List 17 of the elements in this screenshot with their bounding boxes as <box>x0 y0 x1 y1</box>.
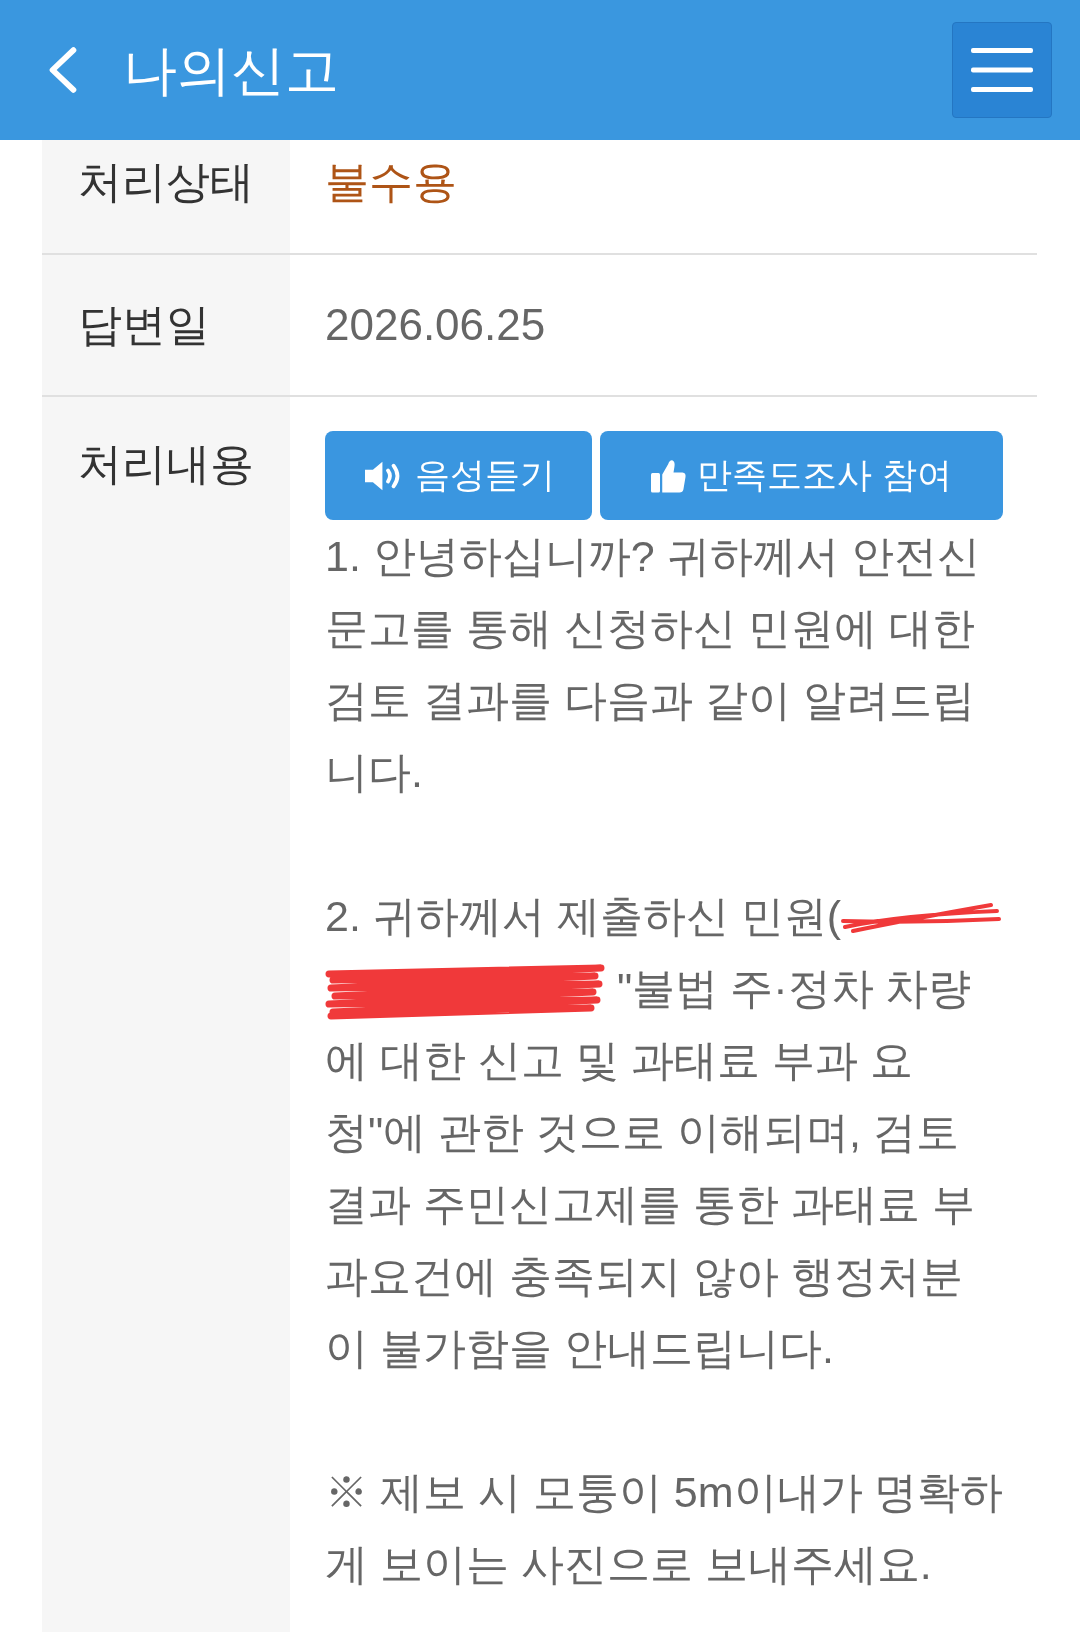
answer-text: 에 대한 신고 및 과태료 부과 요청"에 관한 것으로 이해되며, 검토 결과 주민신고제를 통한 과태료 부과요건에 충족되지 않아 행정처분이 불가함을 안내드립니다. <box>325 1035 976 1374</box>
row-label: 답변일 <box>42 255 290 395</box>
answer-text: 2. 귀하께서 제출하신 민원( <box>325 892 842 940</box>
answer-text: 1. 안녕하십니까? 귀하께서 안전신문고를 통해 신청하신 민원에 대한 검토 결과를 다음과 같이 알려드립니다. <box>325 532 980 796</box>
answer-date: 2026.06.25 <box>325 300 546 349</box>
menu-button[interactable] <box>952 22 1052 118</box>
row-label: 처리상태 <box>42 140 290 253</box>
thumbs-up-icon <box>651 457 688 494</box>
page-title: 나의신고 <box>123 38 339 102</box>
status-value: 불수용 <box>325 157 457 206</box>
row-label: 처리내용 <box>42 397 290 1632</box>
survey-button[interactable]: 만족도조사 참여 <box>600 431 1003 520</box>
back-icon[interactable] <box>47 47 79 93</box>
answer-text: "불법 주·정차 차량 <box>617 964 972 1012</box>
listen-button[interactable]: 음성듣기 <box>325 431 592 520</box>
answer-text: ※ 제보 시 모퉁이 5m이내가 명확하게 보이는 사진으로 보내주세요. <box>325 1468 1004 1588</box>
menu-icon <box>971 48 1033 92</box>
